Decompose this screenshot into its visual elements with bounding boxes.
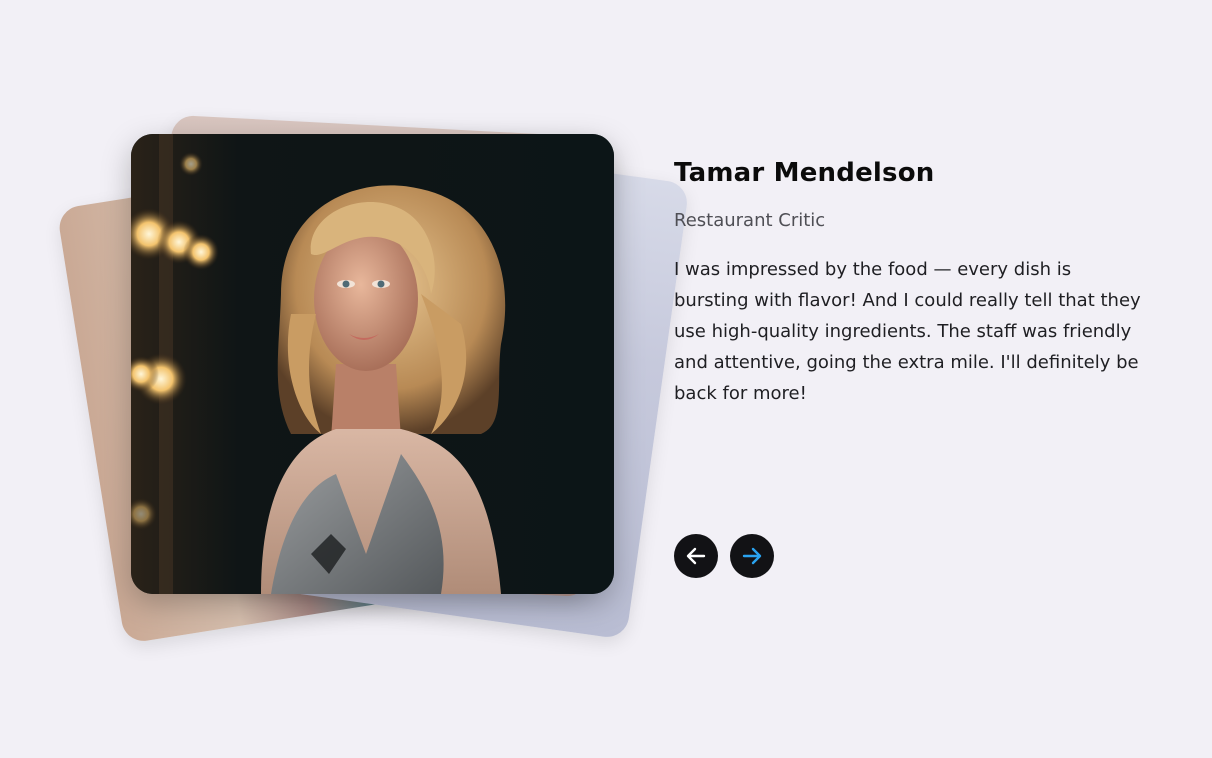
arrow-left-icon [686, 547, 706, 565]
portrait-illustration [131, 134, 614, 594]
portrait-photo [131, 134, 614, 594]
reviewer-role: Restaurant Critic [674, 210, 826, 231]
reviewer-name: Tamar Mendelson [674, 158, 935, 188]
carousel-navigation [674, 534, 774, 578]
testimonial-carousel: Tamar Mendelson Restaurant Critic I was … [0, 0, 1212, 758]
arrow-right-icon [742, 547, 762, 565]
testimonial-quote: I was impressed by the food — every dish… [674, 259, 1141, 404]
next-button[interactable] [730, 534, 774, 578]
testimonial-content: Tamar Mendelson Restaurant Critic I was … [674, 150, 1154, 427]
previous-button[interactable] [674, 534, 718, 578]
